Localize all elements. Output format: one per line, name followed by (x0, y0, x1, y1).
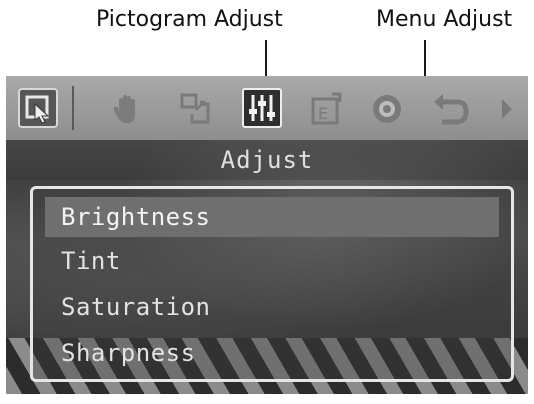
svg-text:E: E (318, 104, 328, 123)
chevron-right-icon[interactable] (496, 90, 518, 128)
hand-icon[interactable] (108, 90, 146, 128)
crop-icon[interactable] (178, 90, 216, 128)
toolbar: E (6, 76, 528, 140)
menu-item-tint[interactable]: Tint (45, 241, 499, 281)
callout-menu-adjust: Menu Adjust (376, 7, 513, 32)
panel-title: Adjust (6, 140, 528, 180)
menu-item-brightness[interactable]: Brightness (45, 197, 499, 237)
edit-icon[interactable]: E (308, 90, 346, 128)
eye-icon[interactable] (368, 90, 406, 128)
adjust-sliders-icon[interactable] (242, 88, 282, 128)
undo-icon[interactable] (430, 90, 469, 128)
menu-item-sharpness[interactable]: Sharpness (45, 333, 499, 373)
menu-item-saturation[interactable]: Saturation (45, 287, 499, 327)
toolbar-divider (72, 86, 74, 130)
select-icon[interactable] (18, 88, 58, 128)
callout-pictogram-adjust: Pictogram Adjust (96, 7, 283, 32)
adjust-menu: Brightness Tint Saturation Sharpness (30, 186, 514, 382)
camera-screen: E Adjust Brightness Tint Saturation Shar… (6, 76, 528, 394)
